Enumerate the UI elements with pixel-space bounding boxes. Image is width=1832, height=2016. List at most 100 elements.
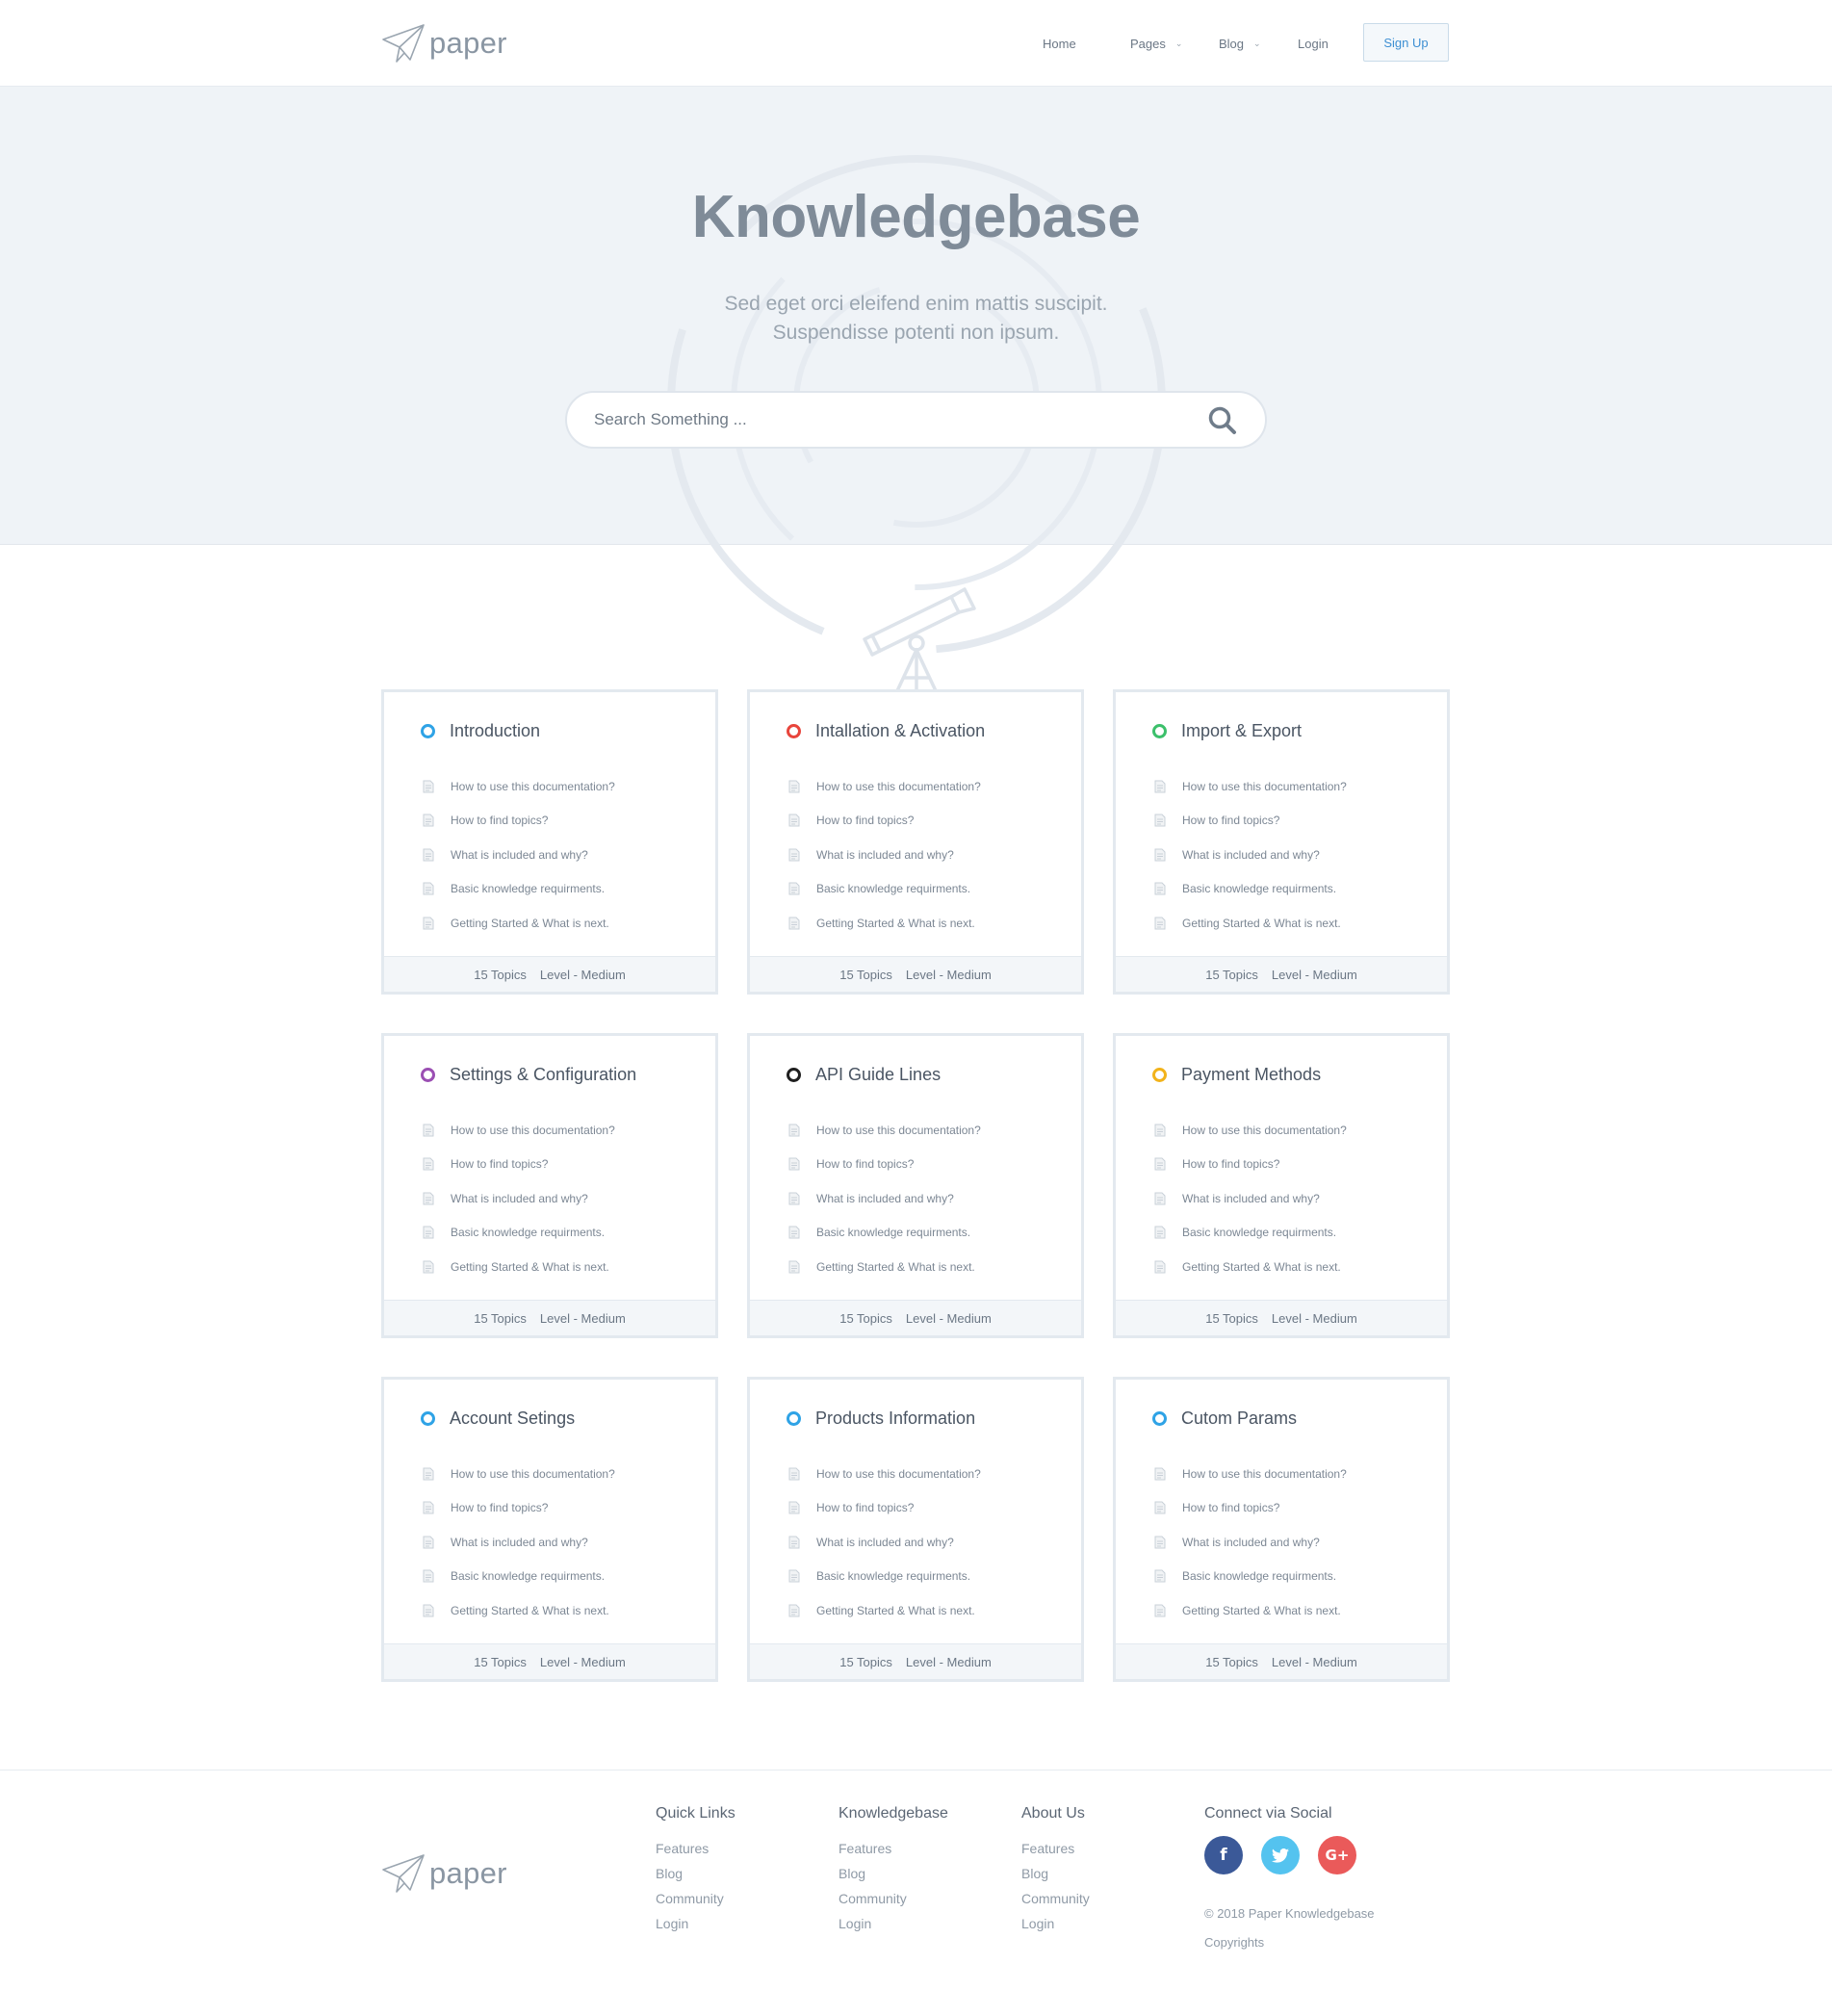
footer-link[interactable]: Community <box>839 1886 948 1911</box>
topic-count: 15 Topics <box>474 1310 527 1326</box>
topic-link-label: How to find topics? <box>1182 1501 1280 1515</box>
topic-link-label: How to use this documentation? <box>451 1466 615 1481</box>
topic-link[interactable]: What is included and why? <box>423 1181 615 1216</box>
topic-link-label: Getting Started & What is next. <box>451 916 609 930</box>
topic-link[interactable]: How to use this documentation? <box>423 1457 615 1491</box>
telescope-icon <box>863 587 976 699</box>
topic-level: Level - Medium <box>539 967 626 982</box>
topic-link[interactable]: Basic knowledge requirments. <box>423 1216 615 1251</box>
footer-link[interactable]: Features <box>656 1836 735 1861</box>
footer-link[interactable]: Features <box>1021 1836 1090 1861</box>
nav-pages[interactable]: Pages ⌄ <box>1130 37 1182 51</box>
brand-logo[interactable]: paper <box>381 23 507 64</box>
topic-link[interactable]: Getting Started & What is next. <box>1154 1250 1347 1284</box>
topic-link[interactable]: Getting Started & What is next. <box>423 1250 615 1284</box>
nav-login[interactable]: Login <box>1298 37 1329 51</box>
topic-card-header[interactable]: Intallation & Activation <box>787 721 985 741</box>
topic-link-label: Basic knowledge requirments. <box>1182 882 1337 896</box>
site-header: paper Home Pages ⌄ Blog ⌄ Login Sign Up <box>0 0 1832 87</box>
search-button[interactable] <box>1207 405 1238 436</box>
footer-link[interactable]: Login <box>1021 1911 1090 1936</box>
footer-link[interactable]: Login <box>839 1911 948 1936</box>
topic-level: Level - Medium <box>905 1654 992 1669</box>
topic-link[interactable]: What is included and why? <box>1154 1525 1347 1560</box>
footer-link[interactable]: Features <box>839 1836 948 1861</box>
topic-link[interactable]: Basic knowledge requirments. <box>1154 1216 1347 1251</box>
topic-card-header[interactable]: Introduction <box>421 721 540 741</box>
footer-brand-logo[interactable]: paper <box>381 1853 507 1894</box>
topic-link[interactable]: Basic knowledge requirments. <box>788 1560 981 1594</box>
topic-link[interactable]: What is included and why? <box>423 838 615 872</box>
document-icon <box>423 1157 434 1171</box>
topic-link[interactable]: Getting Started & What is next. <box>423 1593 615 1628</box>
footer-link[interactable]: Login <box>656 1911 735 1936</box>
topic-link[interactable]: Getting Started & What is next. <box>788 906 981 941</box>
topic-link-label: How to use this documentation? <box>816 1123 981 1137</box>
topic-link[interactable]: How to use this documentation? <box>1154 1113 1347 1148</box>
topic-link[interactable]: Basic knowledge requirments. <box>1154 1560 1347 1594</box>
topic-link[interactable]: Getting Started & What is next. <box>1154 1593 1347 1628</box>
topic-link[interactable]: What is included and why? <box>788 838 981 872</box>
nav-blog[interactable]: Blog ⌄ <box>1219 37 1261 51</box>
footer-link[interactable]: Blog <box>656 1861 735 1886</box>
topic-link-label: What is included and why? <box>1182 847 1320 862</box>
topic-link[interactable]: What is included and why? <box>788 1525 981 1560</box>
topic-link[interactable]: Basic knowledge requirments. <box>423 1560 615 1594</box>
footer-link[interactable]: Blog <box>839 1861 948 1886</box>
nav-login-label: Login <box>1298 36 1329 51</box>
topic-link[interactable]: Getting Started & What is next. <box>1154 906 1347 941</box>
topic-link[interactable]: What is included and why? <box>788 1181 981 1216</box>
topic-link[interactable]: How to find topics? <box>1154 1148 1347 1182</box>
topic-link[interactable]: Basic knowledge requirments. <box>423 872 615 907</box>
topic-link-label: Basic knowledge requirments. <box>1182 1226 1337 1240</box>
topic-link[interactable]: What is included and why? <box>1154 1181 1347 1216</box>
google-plus-icon[interactable]: G+ <box>1318 1836 1356 1874</box>
topic-link[interactable]: How to find topics? <box>423 1491 615 1526</box>
topic-link[interactable]: How to use this documentation? <box>1154 1457 1347 1491</box>
signup-button[interactable]: Sign Up <box>1363 23 1449 62</box>
topic-link[interactable]: What is included and why? <box>423 1525 615 1560</box>
topic-link-label: Getting Started & What is next. <box>451 1259 609 1274</box>
topic-card-header[interactable]: Import & Export <box>1152 721 1302 741</box>
topic-link[interactable]: Basic knowledge requirments. <box>788 1216 981 1251</box>
topic-link[interactable]: How to use this documentation? <box>423 769 615 804</box>
topic-card: Intallation & Activation How to use this … <box>747 689 1084 995</box>
topic-link[interactable]: How to use this documentation? <box>788 1113 981 1148</box>
document-icon <box>788 1536 800 1549</box>
topic-link-label: How to use this documentation? <box>816 1466 981 1481</box>
topic-link[interactable]: What is included and why? <box>1154 838 1347 872</box>
topic-link[interactable]: Getting Started & What is next. <box>423 906 615 941</box>
document-icon <box>1154 882 1166 895</box>
topic-link[interactable]: Getting Started & What is next. <box>788 1250 981 1284</box>
circle-icon <box>787 1411 801 1426</box>
topic-card-footer: 15 Topics Level - Medium <box>384 1300 715 1335</box>
topic-link[interactable]: How to find topics? <box>1154 804 1347 839</box>
topic-link[interactable]: How to use this documentation? <box>788 769 981 804</box>
footer-link[interactable]: Community <box>656 1886 735 1911</box>
footer-link[interactable]: Blog <box>1021 1861 1090 1886</box>
topic-link[interactable]: How to find topics? <box>1154 1491 1347 1526</box>
topic-link[interactable]: Getting Started & What is next. <box>788 1593 981 1628</box>
topic-card-header[interactable]: API Guide Lines <box>787 1065 941 1085</box>
nav-home[interactable]: Home <box>1043 37 1076 51</box>
topic-link[interactable]: How to use this documentation? <box>423 1113 615 1148</box>
topic-card-header[interactable]: Products Information <box>787 1409 975 1429</box>
topic-link[interactable]: How to find topics? <box>788 1148 981 1182</box>
topic-link[interactable]: How to find topics? <box>788 1491 981 1526</box>
topic-link[interactable]: How to find topics? <box>423 1148 615 1182</box>
topic-link[interactable]: How to find topics? <box>788 804 981 839</box>
footer-column-knowledgebase: Knowledgebase Features Blog Community Lo… <box>839 1805 948 1936</box>
topic-link[interactable]: Basic knowledge requirments. <box>1154 872 1347 907</box>
topic-link[interactable]: How to find topics? <box>423 804 615 839</box>
topic-card-header[interactable]: Cutom Params <box>1152 1409 1297 1429</box>
topic-link[interactable]: Basic knowledge requirments. <box>788 872 981 907</box>
facebook-icon[interactable]: f <box>1204 1836 1243 1874</box>
topic-card-header[interactable]: Account Setings <box>421 1409 575 1429</box>
footer-link[interactable]: Community <box>1021 1886 1090 1911</box>
topic-card-header[interactable]: Payment Methods <box>1152 1065 1321 1085</box>
search-input[interactable] <box>594 406 1172 433</box>
topic-link[interactable]: How to use this documentation? <box>1154 769 1347 804</box>
twitter-icon[interactable] <box>1261 1836 1300 1874</box>
topic-link[interactable]: How to use this documentation? <box>788 1457 981 1491</box>
topic-card-header[interactable]: Settings & Configuration <box>421 1065 636 1085</box>
